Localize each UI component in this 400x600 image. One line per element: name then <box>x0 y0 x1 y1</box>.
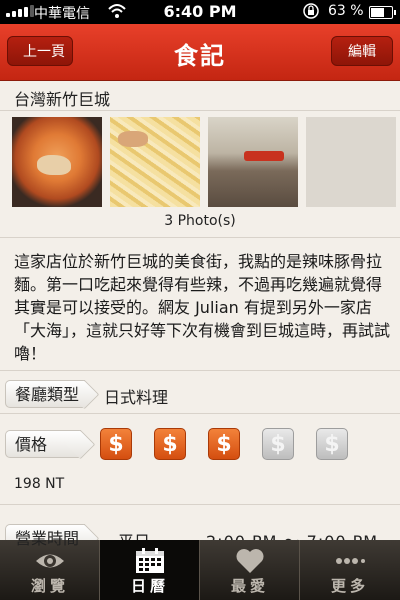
battery-percent: 63 % <box>328 3 364 19</box>
tab-favorites[interactable]: 最愛 <box>200 540 300 600</box>
hours-label: 營業時間 <box>5 524 85 552</box>
tab-favorites-label: 最愛 <box>230 577 269 595</box>
price-dollar-icon[interactable]: $ <box>154 428 186 460</box>
tab-browse[interactable]: 瀏覽 <box>0 540 100 600</box>
photo-gallery <box>12 117 396 207</box>
heart-icon <box>235 548 265 574</box>
tab-browse-label: 瀏覽 <box>30 577 69 595</box>
review-text: 這家店位於新竹巨城的美食街，我點的是辣味豚骨拉麵。第一口吃起來覺得有些辣，不過再… <box>14 252 391 363</box>
divider <box>0 110 400 111</box>
price-dollar-icon[interactable]: $ <box>100 428 132 460</box>
tab-calendar-label: 日曆 <box>130 577 169 595</box>
divider <box>0 237 400 238</box>
divider <box>0 504 400 505</box>
tab-calendar[interactable]: 日曆 <box>100 540 200 600</box>
tab-divider <box>299 540 300 600</box>
price-dollar-icon[interactable]: $ <box>208 428 240 460</box>
photo-thumbnail[interactable] <box>12 117 102 207</box>
photo-thumbnail[interactable] <box>110 117 200 207</box>
hours-label-text: 營業時間 <box>15 529 80 548</box>
restaurant-type-value: 日式料理 <box>104 388 169 407</box>
price-dollar-icon[interactable]: $ <box>316 428 348 460</box>
price-rating: $ $ $ $ $ <box>100 428 348 460</box>
photo-placeholder[interactable] <box>306 117 396 207</box>
eye-icon <box>35 548 65 574</box>
tab-divider <box>99 540 100 600</box>
tab-more[interactable]: 更多 <box>300 540 400 600</box>
navigation-bar: 上一頁 食記 編輯 <box>0 24 400 81</box>
battery-icon <box>369 6 396 19</box>
restaurant-type-label-text: 餐廳類型 <box>15 385 80 404</box>
price-dollar-icon[interactable]: $ <box>262 428 294 460</box>
divider <box>0 370 400 371</box>
price-amount: 198 NT <box>14 476 65 492</box>
price-label: 價格 <box>5 430 81 458</box>
status-bar: 中華電信 6:40 PM 63 % <box>0 0 400 24</box>
restaurant-type-label: 餐廳類型 <box>5 380 85 408</box>
edit-button[interactable]: 編輯 <box>331 36 393 66</box>
divider <box>0 413 400 414</box>
rotation-lock-icon <box>303 3 319 23</box>
calendar-icon <box>135 548 165 574</box>
price-label-text: 價格 <box>15 435 48 454</box>
store-name: 台灣新竹巨城 <box>14 90 111 109</box>
tab-divider <box>199 540 200 600</box>
photo-count: 3 Photo(s) <box>164 213 236 229</box>
tab-bar: 瀏覽 日曆 最愛 更多 <box>0 540 400 600</box>
photo-thumbnail[interactable] <box>208 117 298 207</box>
more-dots-icon <box>335 548 365 574</box>
tab-more-label: 更多 <box>330 577 369 595</box>
